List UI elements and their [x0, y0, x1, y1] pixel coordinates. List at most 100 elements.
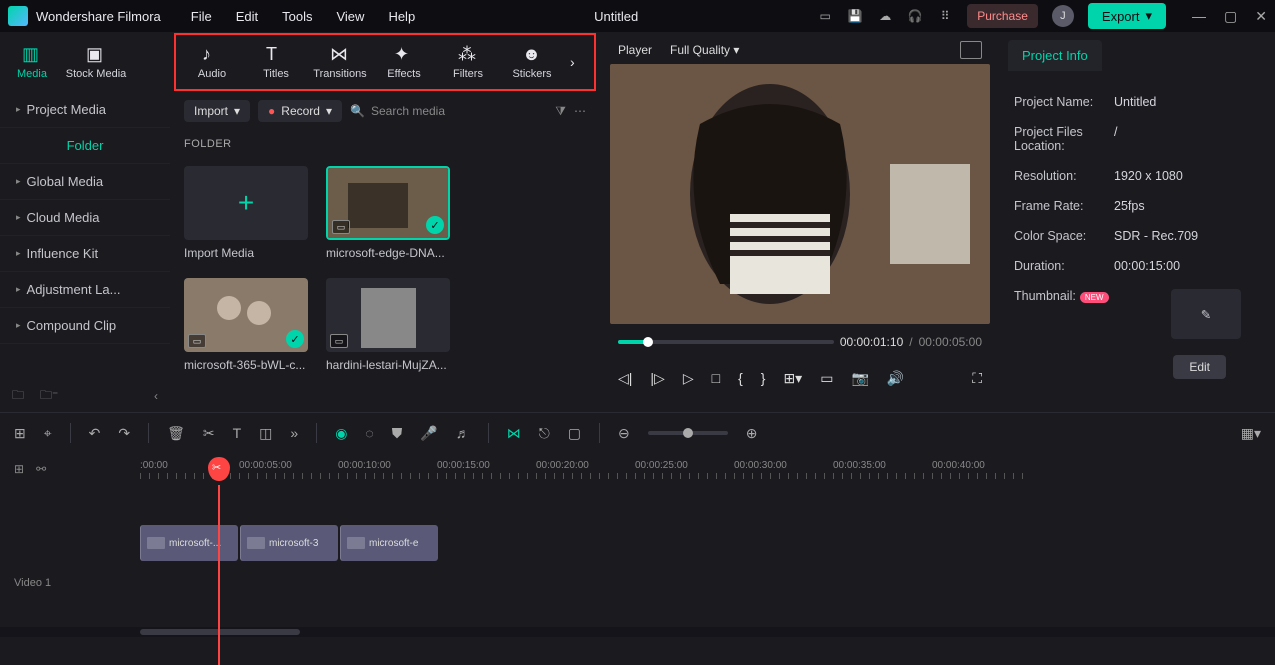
tabs-scroll-right-icon[interactable]: ›	[570, 54, 590, 70]
cut-icon[interactable]: ✂	[203, 425, 215, 442]
sidebar-item-project-media[interactable]: ▸Project Media	[0, 92, 170, 128]
tl-layout-icon[interactable]: ⊞	[14, 425, 26, 442]
undo-icon[interactable]: ↶	[89, 425, 101, 442]
cloud-icon[interactable]: ☁	[877, 8, 893, 24]
ratio-icon[interactable]: ⊞▾	[783, 370, 802, 387]
quality-select[interactable]: Full Quality ▾	[670, 43, 739, 57]
headphones-icon[interactable]: 🎧	[907, 8, 923, 24]
menu-help[interactable]: Help	[388, 9, 415, 24]
more-icon[interactable]: ⋯	[574, 104, 586, 118]
menu-edit[interactable]: Edit	[236, 9, 258, 24]
sidebar-item-folder[interactable]: Folder	[0, 128, 170, 164]
play-icon[interactable]: ▷	[683, 370, 694, 387]
delete-icon[interactable]: 🗑	[167, 425, 185, 442]
tab-effects[interactable]: ✦Effects	[372, 33, 436, 91]
timeline-ruler[interactable]: :00:00 00:00:05:00 00:00:10:00 00:00:15:…	[140, 460, 1275, 479]
project-info-tab[interactable]: Project Info	[1008, 40, 1102, 71]
delete-folder-icon[interactable]: 🗀⁻	[40, 386, 58, 407]
tl-pointer-icon[interactable]: ⌖	[44, 425, 52, 442]
sidebar-item-compound-clip[interactable]: ▸Compound Clip	[0, 308, 170, 344]
tab-filters[interactable]: ⁂Filters	[436, 33, 500, 91]
sidebar-item-adjustment-layer[interactable]: ▸Adjustment La...	[0, 272, 170, 308]
device-icon[interactable]: ▭	[817, 8, 833, 24]
new-folder-icon[interactable]: 🗀	[12, 386, 24, 407]
redo-icon[interactable]: ↷	[118, 425, 130, 442]
timeline-clip[interactable]: microsoft-e	[340, 525, 438, 561]
thumbnail-button[interactable]: ✎	[1171, 289, 1241, 339]
tab-audio[interactable]: ♪Audio	[180, 33, 244, 91]
view-options-icon[interactable]: ▦▾	[1241, 425, 1261, 442]
menu-view[interactable]: View	[336, 9, 364, 24]
snapshot-icon[interactable]	[960, 41, 982, 59]
image-type-icon: ▭	[330, 334, 348, 348]
chevron-down-icon: ▾	[234, 104, 240, 118]
crop-icon[interactable]: ◫	[259, 425, 272, 442]
magnet-icon[interactable]: ⋈	[507, 425, 521, 442]
stickers-icon: ☻	[522, 44, 542, 64]
zoom-slider[interactable]	[648, 431, 728, 435]
purchase-button[interactable]: Purchase	[967, 4, 1038, 28]
window-minimize-icon[interactable]: —	[1192, 8, 1206, 25]
sidebar-item-influence-kit[interactable]: ▸Influence Kit	[0, 236, 170, 272]
display-icon[interactable]: ▭	[820, 370, 833, 387]
camera-icon[interactable]: 📷	[851, 370, 868, 387]
user-avatar[interactable]: J	[1052, 5, 1074, 27]
edit-button[interactable]: Edit	[1173, 355, 1226, 379]
tab-stock-media[interactable]: ▣ Stock Media	[64, 33, 128, 91]
color-icon[interactable]: ◌	[365, 425, 373, 441]
zoom-in-icon[interactable]: ⊕	[746, 425, 758, 442]
import-button[interactable]: Import▾	[184, 100, 250, 122]
mark-out-icon[interactable]: }	[761, 370, 766, 386]
progress-slider[interactable]	[618, 340, 834, 344]
timeline-clip[interactable]: microsoft-...	[140, 525, 238, 561]
timeline-clip[interactable]: microsoft-3	[240, 525, 338, 561]
sidebar-item-global-media[interactable]: ▸Global Media	[0, 164, 170, 200]
window-close-icon[interactable]: ✕	[1255, 8, 1267, 25]
music-icon[interactable]: ♬	[456, 425, 470, 441]
tab-titles[interactable]: TTitles	[244, 33, 308, 91]
media-item[interactable]: ▭ ✓ microsoft-365-bWL-c...	[184, 278, 308, 372]
preview-viewport[interactable]	[610, 64, 990, 324]
playhead[interactable]	[218, 485, 220, 665]
shield-icon[interactable]: ⛊	[392, 425, 403, 442]
tab-stickers[interactable]: ☻Stickers	[500, 33, 564, 91]
tab-transitions[interactable]: ⋈Transitions	[308, 33, 372, 91]
app-logo-icon	[8, 6, 28, 26]
menu-tools[interactable]: Tools	[282, 9, 312, 24]
search-input[interactable]: 🔍 Search media	[350, 104, 547, 118]
mark-in-icon[interactable]: {	[738, 370, 743, 386]
volume-icon[interactable]: 🔊	[887, 370, 904, 387]
media-item[interactable]: ▭ ✓ microsoft-edge-DNA...	[326, 166, 450, 260]
link-icon[interactable]: ⎋	[539, 425, 550, 442]
zoom-out-icon[interactable]: ⊖	[618, 425, 630, 442]
stop-icon[interactable]: □	[712, 370, 720, 386]
filter-icon[interactable]: ⧩	[555, 104, 566, 119]
next-frame-icon[interactable]: |▷	[650, 370, 664, 387]
collapse-sidebar-icon[interactable]: ‹	[154, 389, 158, 403]
more-tools-icon[interactable]: »	[290, 425, 298, 441]
media-item-import[interactable]: + Import Media	[184, 166, 308, 260]
timeline-scrollbar[interactable]	[0, 627, 1275, 637]
apps-icon[interactable]: ⠿	[937, 8, 953, 24]
media-item[interactable]: ▭ hardini-lestari-MujZA...	[326, 278, 450, 372]
menu-file[interactable]: File	[191, 9, 212, 24]
preview-frame-image	[610, 64, 990, 324]
window-maximize-icon[interactable]: ▢	[1224, 8, 1237, 25]
expand-icon: ▸	[16, 248, 21, 259]
export-button[interactable]: Export ▾	[1088, 3, 1166, 29]
ai-icon[interactable]: ◉	[335, 425, 347, 442]
player-label[interactable]: Player	[618, 43, 652, 57]
marker-icon[interactable]: ▢	[568, 425, 581, 442]
mic-icon[interactable]: 🎤	[420, 425, 437, 442]
prev-frame-icon[interactable]: ◁|	[618, 370, 632, 387]
fullscreen-icon[interactable]: ⛶	[972, 370, 982, 387]
record-button[interactable]: ●Record▾	[258, 100, 342, 122]
link-tracks-icon[interactable]: ⚯	[36, 462, 46, 476]
new-badge: NEW	[1080, 292, 1109, 303]
text-icon[interactable]: T	[233, 425, 242, 441]
add-track-icon[interactable]: ⊞	[14, 462, 24, 476]
sidebar-item-cloud-media[interactable]: ▸Cloud Media	[0, 200, 170, 236]
save-icon[interactable]: 💾	[847, 8, 863, 24]
proj-thumbnail-label: Thumbnail:NEW	[1014, 289, 1114, 339]
tab-media[interactable]: ▥ Media	[0, 33, 64, 91]
